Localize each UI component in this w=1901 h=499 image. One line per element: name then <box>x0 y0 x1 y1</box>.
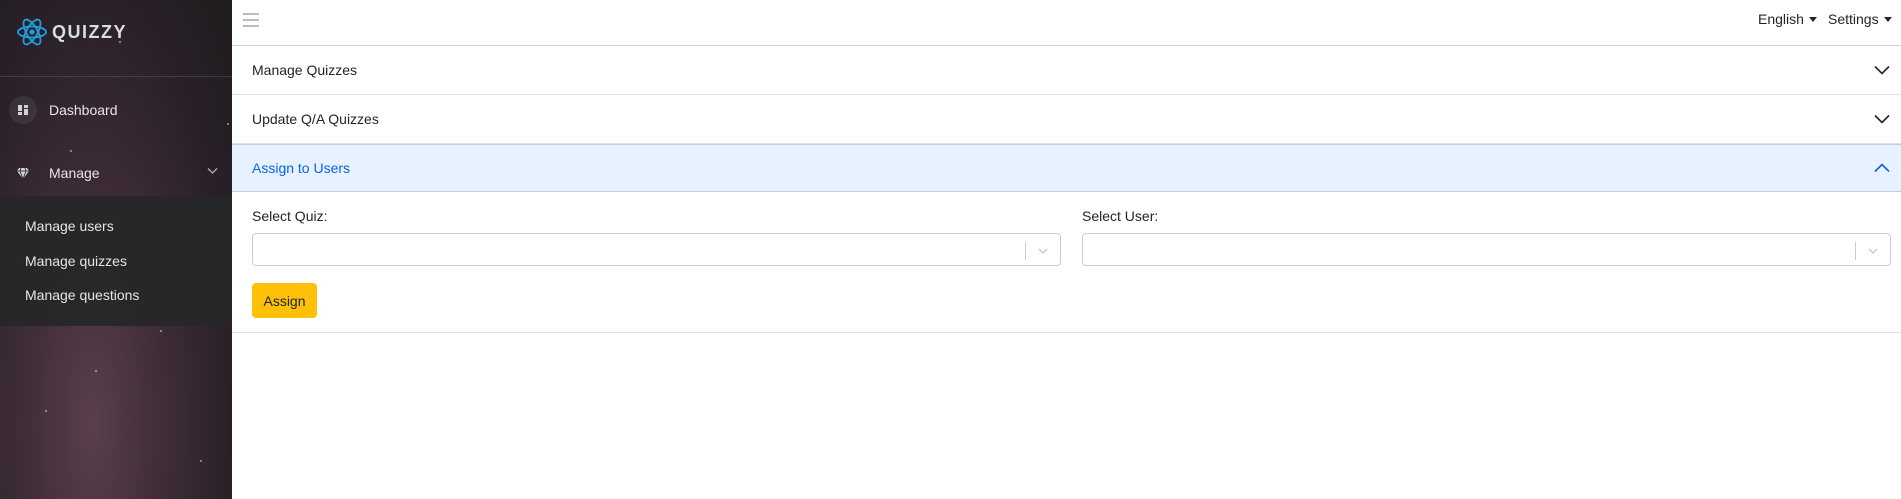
accordion-item-assign-to-users: Assign to Users Select Quiz: Select User… <box>232 144 1901 333</box>
accordion-item-update-qa-quizzes: Update Q/A Quizzes <box>232 95 1901 144</box>
assign-form: Select Quiz: Select User: Assign <box>232 192 1901 332</box>
settings-dropdown[interactable]: Settings <box>1828 11 1892 27</box>
accordion-header-update-qa-quizzes[interactable]: Update Q/A Quizzes <box>232 95 1901 143</box>
assign-button[interactable]: Assign <box>252 283 317 318</box>
quiz-field: Select Quiz: <box>252 208 1061 266</box>
accordion-header-manage-quizzes[interactable]: Manage Quizzes <box>232 46 1901 94</box>
topbar: English Settings <box>232 0 1901 46</box>
accordion-title: Update Q/A Quizzes <box>252 111 379 127</box>
chevron-down-icon <box>1868 248 1878 255</box>
accordion-title: Assign to Users <box>252 160 351 176</box>
sidebar: QUIZZY Dashboard Manage Manage users Man… <box>0 0 232 499</box>
chevron-down-icon <box>1038 248 1048 255</box>
sidebar-item-label: Dashboard <box>49 102 118 118</box>
chevron-down-icon <box>207 168 218 174</box>
brand[interactable]: QUIZZY <box>16 17 127 47</box>
manage-submenu: Manage users Manage quizzes Manage quest… <box>0 196 232 326</box>
chevron-down-icon <box>1874 65 1890 75</box>
accordion-title: Manage Quizzes <box>252 62 358 78</box>
caret-down-icon <box>1883 16 1892 22</box>
user-select[interactable] <box>1082 233 1891 266</box>
submenu-item-manage-questions[interactable]: Manage questions <box>25 287 139 303</box>
atom-logo-icon <box>17 18 47 46</box>
hamburger-menu-icon[interactable] <box>243 13 259 27</box>
select-separator <box>1855 242 1856 260</box>
sidebar-item-manage[interactable]: Manage <box>0 151 232 195</box>
chevron-up-icon <box>1874 163 1890 173</box>
user-field: Select User: <box>1082 208 1891 266</box>
quiz-label: Select Quiz: <box>252 208 328 224</box>
user-label: Select User: <box>1082 208 1159 224</box>
select-separator <box>1025 242 1026 260</box>
settings-label: Settings <box>1828 11 1879 27</box>
sidebar-item-label: Manage <box>49 165 100 181</box>
chevron-down-icon <box>1874 114 1890 124</box>
language-label: English <box>1758 11 1804 27</box>
submenu-item-manage-quizzes[interactable]: Manage quizzes <box>25 253 127 269</box>
accordion-item-manage-quizzes: Manage Quizzes <box>232 46 1901 95</box>
sidebar-item-dashboard[interactable]: Dashboard <box>0 88 232 132</box>
dashboard-icon <box>9 96 37 124</box>
app-name: QUIZZY <box>52 21 127 42</box>
quiz-select[interactable] <box>252 233 1061 266</box>
sidebar-divider <box>0 76 232 77</box>
language-dropdown[interactable]: English <box>1758 11 1817 27</box>
accordion: Manage Quizzes Update Q/A Quizzes Assign… <box>232 46 1901 333</box>
diamond-icon <box>9 159 37 187</box>
caret-down-icon <box>1808 16 1817 22</box>
accordion-header-assign-to-users[interactable]: Assign to Users <box>232 144 1901 192</box>
submenu-item-manage-users[interactable]: Manage users <box>25 218 114 234</box>
